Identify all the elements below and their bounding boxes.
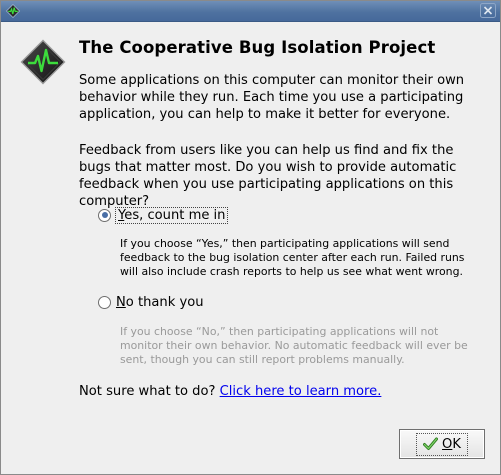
learn-more-link[interactable]: Click here to learn more. bbox=[220, 384, 382, 399]
radio-yes-button[interactable] bbox=[98, 208, 111, 222]
close-window-button[interactable] bbox=[480, 3, 496, 18]
no-description: If you choose “No,” then participating a… bbox=[120, 325, 468, 366]
ok-label: OK bbox=[442, 436, 461, 452]
heartbeat-diamond-icon bbox=[6, 4, 20, 18]
radio-no-label[interactable]: No thank you bbox=[116, 295, 204, 310]
radio-yes-label[interactable]: Yes, count me in bbox=[114, 206, 229, 224]
question-paragraph: Feedback from users like you can help us… bbox=[79, 143, 457, 209]
radio-yes-option[interactable]: Yes, count me in bbox=[98, 206, 229, 224]
ok-button-focus: OK bbox=[416, 432, 468, 456]
dialog-window: The Cooperative Bug Isolation Project So… bbox=[0, 0, 501, 475]
dialog-heading: The Cooperative Bug Isolation Project bbox=[79, 38, 436, 57]
help-line: Not sure what to do? Click here to learn… bbox=[79, 384, 381, 399]
heartbeat-diamond-icon bbox=[20, 39, 66, 85]
intro-paragraph: Some applications on this computer can m… bbox=[79, 73, 465, 122]
title-bar[interactable] bbox=[1, 1, 500, 22]
yes-description: If you choose “Yes,” then participating … bbox=[120, 237, 465, 278]
dialog-content: The Cooperative Bug Isolation Project So… bbox=[1, 22, 500, 474]
ok-button[interactable]: OK bbox=[399, 429, 485, 459]
checkmark-icon bbox=[423, 437, 439, 450]
radio-no-button[interactable] bbox=[98, 295, 111, 309]
help-prefix: Not sure what to do? bbox=[79, 384, 216, 399]
radio-no-option[interactable]: No thank you bbox=[98, 293, 204, 311]
